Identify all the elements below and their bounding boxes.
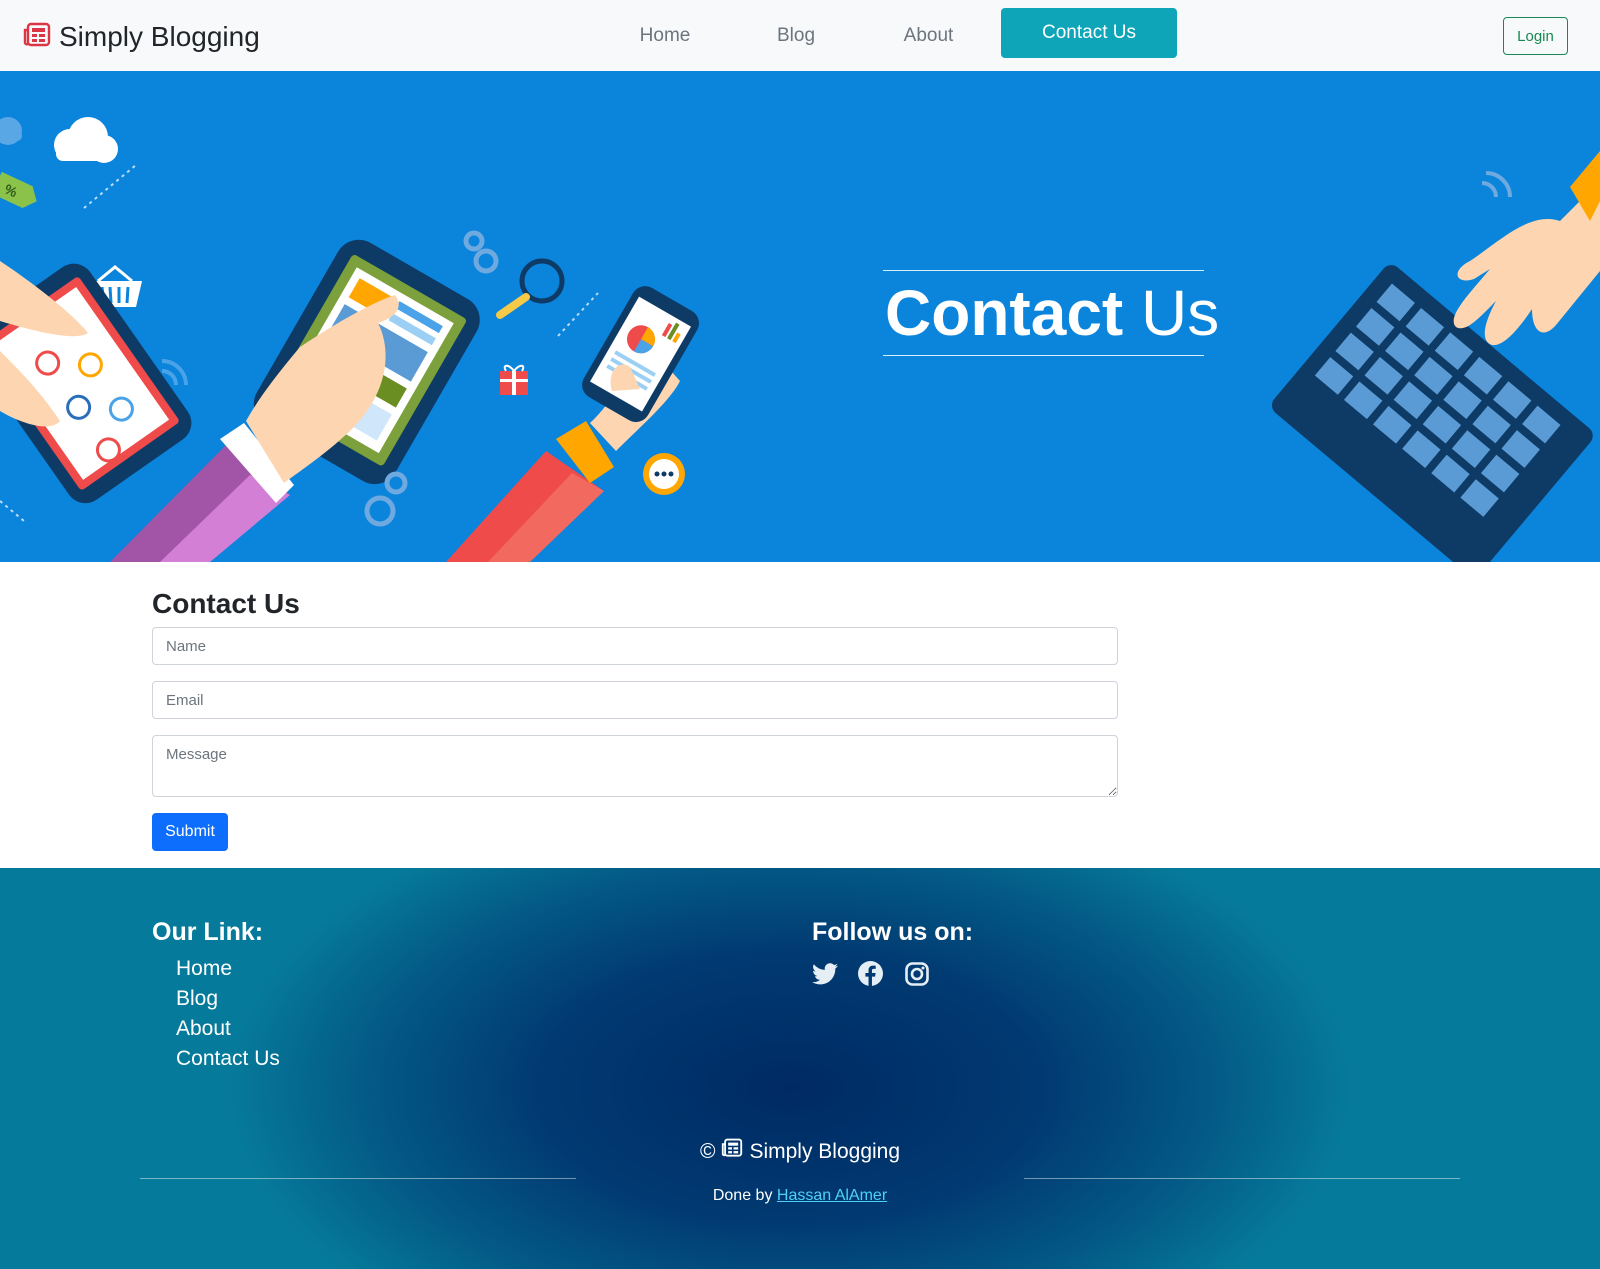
navbar: Simply Blogging Home Blog About Contact …	[0, 0, 1600, 71]
instagram-icon[interactable]	[903, 960, 930, 987]
hero-title-block: Contact Us	[883, 270, 1219, 356]
message-textarea[interactable]	[152, 735, 1118, 797]
hero-banner: % Contact Us	[0, 71, 1600, 562]
list-item: Blog	[176, 984, 280, 1014]
footer-links-heading: Our Link:	[152, 918, 264, 946]
footer: Our Link: Home Blog About Contact Us Fol…	[0, 868, 1600, 1269]
hero-title: Contact Us	[883, 271, 1219, 355]
author-link[interactable]: Hassan AlAmer	[777, 1187, 887, 1204]
list-item: Contact Us	[176, 1044, 280, 1074]
brand-name: Simply Blogging	[59, 21, 260, 52]
form-title: Contact Us	[152, 588, 300, 619]
list-item: About	[176, 1014, 280, 1044]
submit-button[interactable]: Submit	[152, 813, 228, 851]
list-item: Home	[176, 954, 280, 984]
newspaper-icon	[721, 1138, 743, 1166]
name-input[interactable]	[152, 627, 1118, 665]
footer-link-blog[interactable]: Blog	[176, 987, 218, 1010]
hero-bottom-rule	[883, 355, 1204, 356]
contact-form: Contact Us Submit	[152, 586, 1118, 851]
hero-title-bold: Contact	[885, 277, 1124, 349]
footer-links-list: Home Blog About Contact Us	[176, 954, 280, 1074]
nav-blog[interactable]: Blog	[748, 14, 844, 58]
done-by: Done by Hassan AlAmer	[0, 1184, 1600, 1208]
nav-about[interactable]: About	[878, 14, 979, 58]
footer-link-home[interactable]: Home	[176, 957, 232, 980]
copyright-brand: Simply Blogging	[749, 1140, 901, 1163]
footer-link-contact-us[interactable]: Contact Us	[176, 1047, 280, 1070]
copyright: © Simply Blogging	[0, 1138, 1600, 1166]
login-button[interactable]: Login	[1503, 17, 1568, 55]
hero-illustration: %	[0, 117, 1600, 562]
nav-contact-us[interactable]: Contact Us	[1001, 8, 1177, 58]
follow-heading: Follow us on:	[812, 918, 974, 946]
footer-link-about[interactable]: About	[176, 1017, 231, 1040]
newspaper-icon	[23, 22, 51, 53]
hero-title-light: Us	[1141, 277, 1220, 349]
social-icons	[811, 960, 930, 987]
footer-divider-right	[1024, 1178, 1460, 1179]
brand-link[interactable]: Simply Blogging	[23, 20, 260, 54]
email-input[interactable]	[152, 681, 1118, 719]
copyright-symbol: ©	[699, 1140, 716, 1163]
done-by-label: Done by	[712, 1187, 773, 1204]
footer-divider-left	[140, 1178, 576, 1179]
twitter-icon[interactable]	[811, 960, 838, 987]
facebook-icon[interactable]	[857, 960, 884, 987]
nav-home[interactable]: Home	[618, 14, 712, 58]
